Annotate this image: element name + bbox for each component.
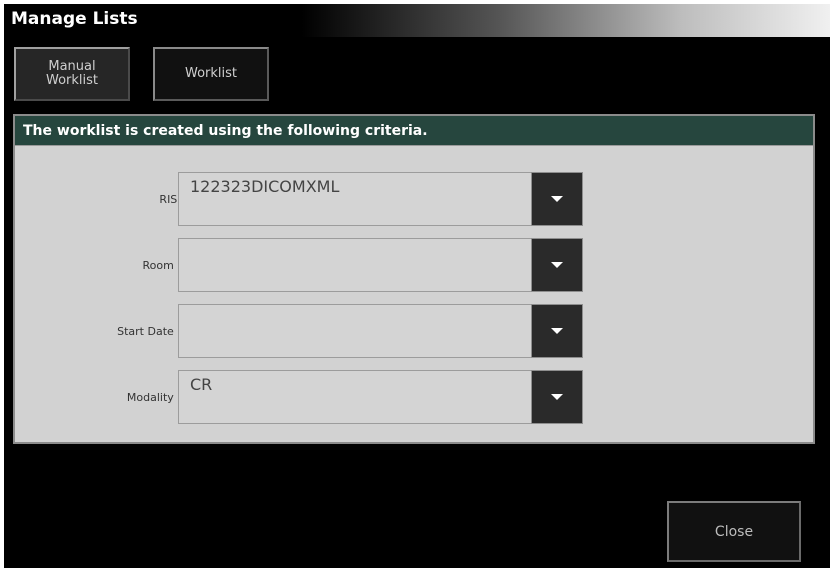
criteria-panel: The worklist is created using the follow…: [13, 114, 815, 444]
ris-row: RIS: 122323DICOMXML: [15, 172, 813, 226]
chevron-down-icon: [551, 262, 563, 268]
manual-worklist-label: Manual Worklist: [46, 60, 98, 88]
manual-worklist-button[interactable]: Manual Worklist: [14, 47, 130, 101]
start-date-label: Start Date :: [117, 324, 181, 338]
modality-label: Modality :: [126, 390, 181, 404]
window-title: Manage Lists: [11, 9, 138, 29]
worklist-button[interactable]: Worklist: [153, 47, 269, 101]
room-row: Room :: [15, 238, 813, 292]
close-button[interactable]: Close: [667, 501, 801, 562]
start-date-select-field[interactable]: [178, 304, 531, 358]
room-dropdown-button[interactable]: [531, 238, 583, 292]
modality-select-field[interactable]: CR: [178, 370, 531, 424]
chevron-down-icon: [551, 394, 563, 400]
worklist-label: Worklist: [184, 66, 237, 81]
criteria-header: The worklist is created using the follow…: [15, 116, 813, 146]
start-date-dropdown-button[interactable]: [531, 304, 583, 358]
manage-lists-window: Manage Lists Manual Worklist Worklist Th…: [4, 4, 830, 568]
manual-worklist-label-line1: Manual: [48, 59, 96, 74]
chevron-down-icon: [551, 328, 563, 334]
title-bar: Manage Lists: [4, 4, 830, 37]
ris-dropdown-button[interactable]: [531, 172, 583, 226]
room-select-field[interactable]: [178, 238, 531, 292]
room-label: Room :: [142, 258, 181, 272]
modality-dropdown-button[interactable]: [531, 370, 583, 424]
modality-row: Modality : CR: [15, 370, 813, 424]
ris-select-field[interactable]: 122323DICOMXML: [178, 172, 531, 226]
start-date-row: Start Date :: [15, 304, 813, 358]
close-label: Close: [714, 523, 754, 540]
chevron-down-icon: [551, 196, 563, 202]
manual-worklist-label-line2: Worklist: [45, 73, 98, 88]
